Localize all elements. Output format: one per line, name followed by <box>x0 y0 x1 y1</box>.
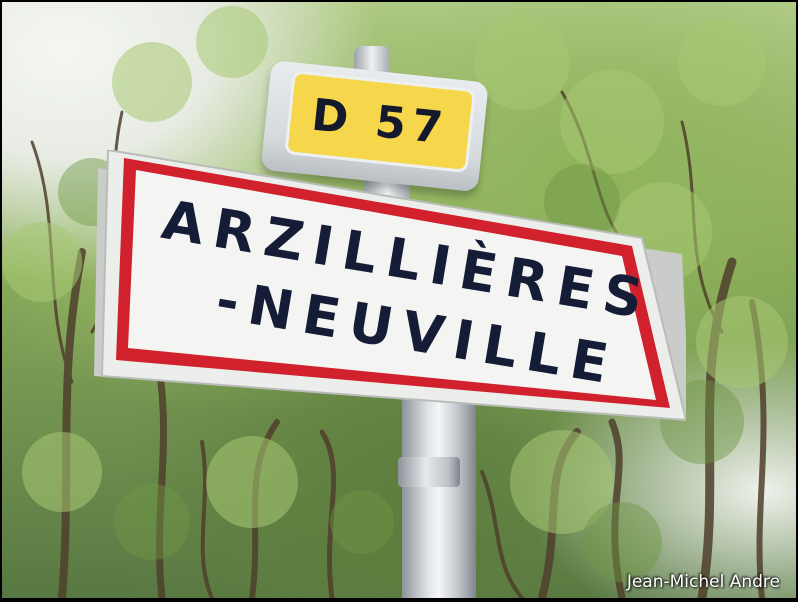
photo: D 57 ARZILLIÈRES -NEUVILLE Jean-Michel A… <box>2 2 796 598</box>
pole-collar <box>398 457 460 487</box>
town-name-sign: ARZILLIÈRES -NEUVILLE <box>94 150 686 430</box>
photographer-watermark: Jean-Michel Andre <box>626 572 780 592</box>
